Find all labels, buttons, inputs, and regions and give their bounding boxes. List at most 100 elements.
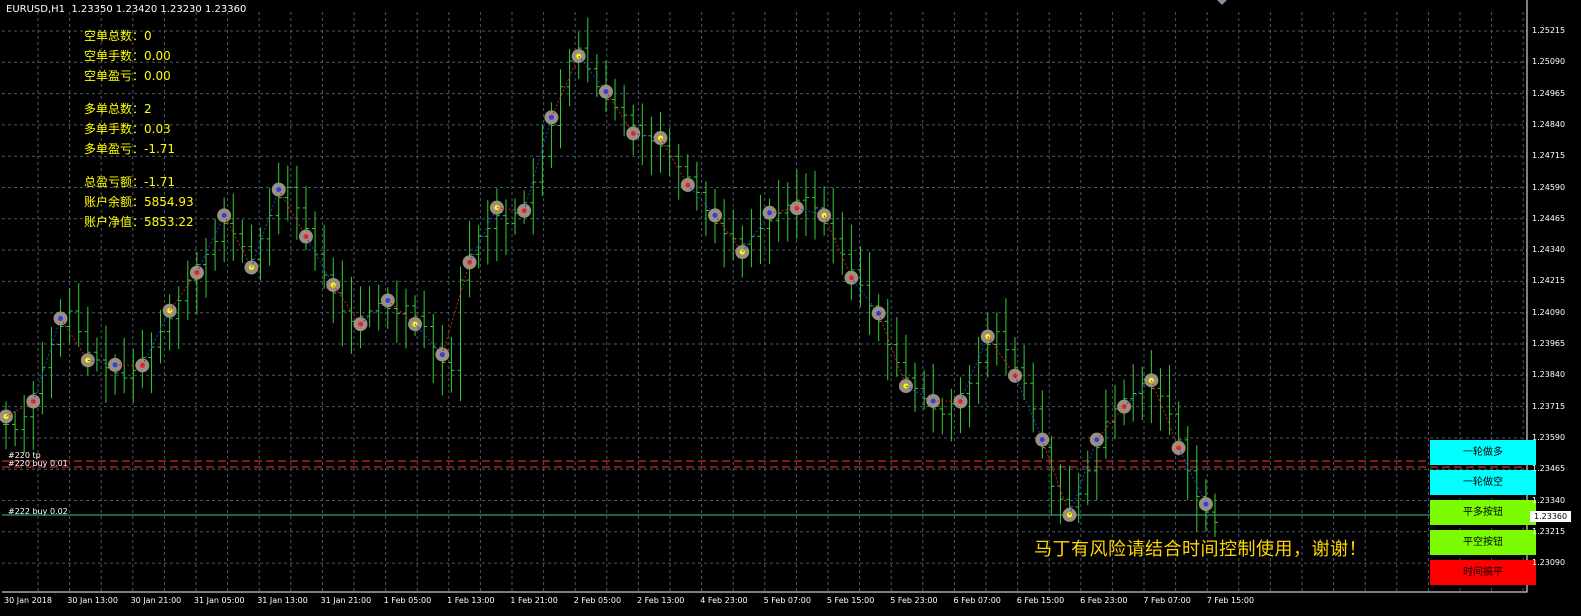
ohlc-bar — [530, 157, 537, 235]
time-tick-label: 30 Jan 21:00 — [130, 596, 182, 605]
ohlc-bar — [839, 211, 846, 275]
time-tick-label: 1 Feb 05:00 — [383, 596, 432, 605]
account-balance: 账户余额：5854.93 — [84, 195, 194, 209]
ohlc-bar — [884, 298, 891, 381]
round-short-button[interactable]: 一轮做空 — [1430, 470, 1536, 495]
ohlc-bar — [584, 17, 591, 83]
time-tick-label: 31 Jan 13:00 — [257, 596, 308, 605]
stats-panel: 空单总数：0 空单手数：0.00 空单盈亏：0.00 多单总数：2 多单手数：0… — [84, 26, 194, 232]
ohlc-bar — [375, 284, 382, 331]
ohlc-bar — [702, 181, 709, 237]
price-tick-label: 1.23340 — [1532, 495, 1566, 505]
ohlc-bar — [993, 312, 1000, 366]
trade-link — [660, 137, 689, 186]
ohlc-bar — [3, 401, 9, 450]
time-tick-label: 31 Jan 21:00 — [320, 596, 372, 605]
ohlc-bar — [693, 161, 700, 211]
trade-link — [1178, 447, 1207, 505]
ohlc-bar — [812, 170, 819, 240]
ohlc-bar — [593, 54, 600, 98]
ohlc-bar — [1112, 384, 1119, 440]
price-tick-label: 1.24090 — [1532, 307, 1566, 317]
short-profit: 空单盈亏：0.00 — [84, 69, 171, 83]
ohlc-bar — [539, 124, 546, 197]
price-tick-label: 1.23090 — [1532, 558, 1566, 568]
ohlc-bar — [184, 260, 191, 321]
trade-link — [32, 318, 62, 402]
ohlc-bar — [130, 349, 137, 403]
time-tick-label: 2 Feb 05:00 — [573, 596, 622, 605]
ohlc-bar — [421, 290, 428, 349]
time-tick-label: 31 Jan 05:00 — [193, 596, 245, 605]
ohlc-bar — [866, 252, 873, 335]
ohlc-bar — [1157, 368, 1164, 431]
ohlc-bar — [666, 128, 673, 176]
ohlc-bar — [621, 84, 628, 137]
time-tick-label: 5 Feb 07:00 — [763, 596, 811, 605]
time-tick-label: 2 Feb 13:00 — [637, 596, 685, 605]
ohlc-bar — [293, 165, 300, 240]
time-tick-label: 30 Jan 2018 — [4, 596, 52, 605]
trade-link — [523, 117, 552, 211]
round-long-button[interactable]: 一轮做多 — [1430, 440, 1536, 465]
ohlc-bar — [312, 211, 319, 271]
trade-link — [278, 189, 307, 237]
price-tick-label: 1.23215 — [1532, 526, 1566, 536]
ohlc-bar — [848, 224, 855, 301]
ohlc-bar — [75, 283, 82, 347]
order-label-buy2: #222 buy 0.02 — [8, 507, 68, 516]
time-tick-label: 30 Jan 13:00 — [67, 596, 118, 605]
price-tick-label: 1.24715 — [1532, 151, 1566, 161]
ohlc-bar — [748, 208, 755, 268]
ohlc-bar — [66, 287, 73, 343]
ohlc-bar — [430, 313, 437, 383]
ohlc-bar — [366, 286, 373, 328]
total-profit: 总盈亏额：-1.71 — [84, 175, 176, 189]
ohlc-bar — [830, 187, 837, 264]
ohlc-bar — [257, 227, 264, 281]
ohlc-bar — [30, 381, 37, 450]
account-equity: 账户净值：5853.22 — [84, 215, 194, 229]
ohlc-bar — [730, 209, 737, 261]
close-long-button[interactable]: 平多按钮 — [1430, 500, 1536, 525]
chart-shift-marker[interactable] — [1217, 0, 1227, 5]
ohlc-bar — [921, 369, 928, 410]
trade-link — [60, 318, 89, 361]
order-label-buy1: #220 buy 0.01 — [8, 459, 68, 468]
ohlc-bar — [48, 326, 55, 399]
chart-grid — [2, 0, 1528, 593]
trade-link — [250, 189, 280, 268]
ohlc-bar — [757, 194, 764, 265]
trade-link — [1069, 439, 1098, 516]
price-tick-label: 1.23715 — [1532, 401, 1566, 411]
ohlc-bar — [121, 337, 128, 394]
time-tick-label: 5 Feb 23:00 — [890, 596, 938, 605]
ohlc-bar — [457, 266, 464, 402]
ohlc-bar — [57, 299, 64, 357]
ohlc-bar — [212, 218, 219, 271]
ohlc-bar — [557, 69, 564, 149]
trade-link — [141, 310, 171, 366]
ohlc-bar — [612, 78, 619, 121]
trade-link — [1041, 439, 1071, 516]
time-tick-label: 7 Feb 15:00 — [1206, 596, 1255, 605]
price-chart[interactable] — [0, 0, 1581, 616]
close-short-button[interactable]: 平空按钮 — [1430, 530, 1536, 555]
time-tick-label: 1 Feb 21:00 — [510, 596, 558, 605]
trade-link — [223, 215, 252, 268]
price-tick-label: 1.24590 — [1532, 182, 1566, 192]
time-tick-label: 6 Feb 23:00 — [1080, 596, 1128, 605]
price-tick-label: 1.24340 — [1532, 245, 1566, 255]
ohlc-bar — [284, 165, 291, 221]
time-tick-label: 6 Feb 07:00 — [953, 596, 1001, 605]
ohlc-bar — [566, 49, 573, 107]
trade-link — [1014, 375, 1043, 440]
ohlc-bar — [339, 260, 346, 347]
close-all-button[interactable]: 时间搞平 — [1430, 560, 1536, 585]
ohlc-bar — [157, 309, 164, 364]
price-tick-label: 1.23590 — [1532, 432, 1566, 442]
ohlc-bar — [893, 317, 900, 377]
ohlc-bar — [448, 337, 455, 393]
trade-link — [960, 336, 989, 402]
ohlc-bar — [784, 182, 791, 242]
